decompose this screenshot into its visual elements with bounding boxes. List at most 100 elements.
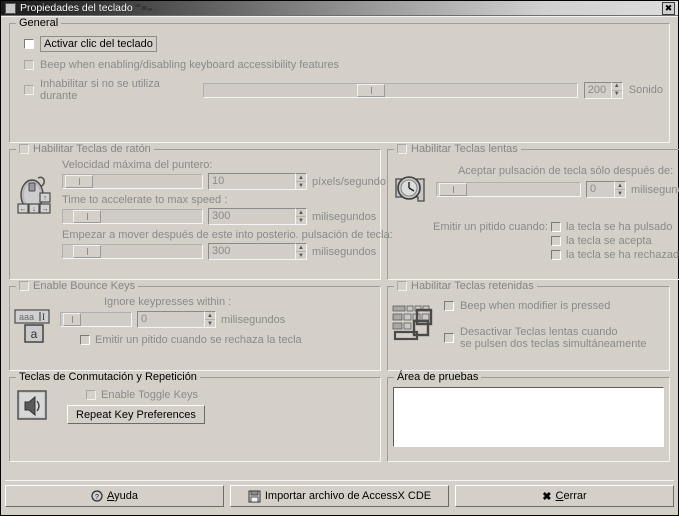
spinner-down-icon[interactable]: ▼ (612, 91, 622, 98)
slider-thumb[interactable] (73, 210, 101, 223)
spinner-down-icon[interactable]: ▼ (205, 320, 215, 327)
bounce-keys-checkbox[interactable] (19, 281, 29, 291)
sticky-keys-checkbox[interactable] (397, 281, 407, 291)
ignore-within-unit: milisegundos (221, 313, 286, 326)
sticky-keys-fields: Beep when modifier is pressed Desactivar… (444, 296, 663, 350)
spinner-buttons[interactable]: ▲ ▼ (615, 181, 626, 198)
beep-rejected-checkbox[interactable] (80, 335, 90, 345)
spinner-buttons[interactable]: ▲ ▼ (296, 243, 307, 260)
disable-if-unused-checkbox[interactable] (24, 85, 34, 95)
disable-if-unused-value[interactable]: 200 (583, 81, 612, 99)
accept-after-slider[interactable] (436, 182, 581, 197)
ignore-within-spinner[interactable]: 0 ▲ ▼ (137, 311, 216, 328)
option-rejected-label: la tecla se ha rechazado (565, 249, 679, 261)
close-button[interactable]: ✖ Cerrar (455, 485, 674, 507)
slider-thumb[interactable] (63, 313, 81, 326)
spinner-buttons[interactable]: ▲ ▼ (205, 311, 216, 328)
start-delay-slider[interactable] (62, 244, 203, 259)
spinner-up-icon[interactable]: ▲ (296, 174, 306, 182)
option-accepted-checkbox[interactable] (550, 236, 561, 246)
sticky-keys-legend[interactable]: Habilitar Teclas retenidas (394, 280, 537, 292)
title-bar[interactable]: Propiedades del teclado ✖ (1, 1, 678, 16)
ignore-within-slider[interactable] (60, 312, 132, 327)
keyboard-click-row[interactable]: Activar clic del teclado (24, 36, 663, 52)
bounce-keys-fields: Ignore keypresses within : 0 ▲ ▼ miliseg… (60, 296, 374, 349)
keyboard-icon (392, 296, 438, 350)
max-speed-value[interactable]: 10 (208, 173, 296, 190)
beep-accessibility-checkbox[interactable] (24, 60, 34, 70)
slider-thumb[interactable] (356, 83, 385, 97)
spinner-buttons[interactable]: ▲ ▼ (296, 208, 307, 225)
test-area-input[interactable] (393, 387, 664, 447)
dialog-client-area: General Activar clic del teclado Beep wh… (1, 16, 679, 515)
toggle-repeat-body: Enable Toggle Keys Repeat Key Preference… (10, 378, 380, 430)
spinner-up-icon[interactable]: ▲ (296, 244, 306, 252)
spinner-up-icon[interactable]: ▲ (615, 182, 625, 190)
spinner-up-icon[interactable]: ▲ (296, 209, 306, 217)
slow-keys-checkbox[interactable] (397, 144, 407, 154)
accel-time-unit: milisegundos (312, 210, 377, 223)
start-delay-value[interactable]: 300 (208, 243, 296, 260)
bounce-keys-legend[interactable]: Enable Bounce Keys (16, 280, 139, 292)
start-delay-spinner[interactable]: 300 ▲ ▼ (208, 243, 307, 260)
beep-rejected-row[interactable]: Emitir un pitido cuando se rechaza la te… (80, 334, 374, 346)
beep-when-label: Emitir un pitido cuando: (433, 221, 548, 233)
option-accepted-label: la tecla se acepta (565, 235, 652, 247)
ignore-within-value[interactable]: 0 (137, 311, 205, 328)
spinner-down-icon[interactable]: ▼ (296, 182, 306, 189)
spinner-buttons[interactable]: ▲ ▼ (611, 81, 623, 99)
disable-if-unused-spinner[interactable]: 200 ▲ ▼ (583, 81, 623, 99)
disable-slow-keys-label-line2: se pulsen dos teclas simultáneamente (460, 338, 647, 350)
slider-thumb[interactable] (439, 183, 467, 196)
accel-time-spinner[interactable]: 300 ▲ ▼ (208, 208, 307, 225)
slider-thumb[interactable] (65, 175, 93, 188)
window-menu-icon[interactable] (5, 2, 16, 14)
spinner-up-icon[interactable]: ▲ (611, 83, 622, 91)
close-icon[interactable]: ✖ (662, 1, 675, 15)
beep-accessibility-row[interactable]: Beep when enabling/disabling keyboard ac… (24, 59, 663, 71)
enable-toggle-keys-checkbox[interactable] (86, 390, 96, 400)
max-speed-slider[interactable] (62, 174, 203, 189)
max-speed-spinner[interactable]: 10 ▲ ▼ (208, 173, 307, 190)
svg-text:→: → (42, 206, 49, 213)
import-accessx-button[interactable]: Importar archivo de AccessX CDE (230, 485, 449, 507)
spinner-down-icon[interactable]: ▼ (296, 217, 306, 224)
disable-if-unused-slider[interactable] (202, 82, 578, 98)
option-pressed-label: la tecla se ha pulsado (565, 221, 673, 233)
disable-slow-keys-row[interactable]: Desactivar Teclas lentas cuando se pulse… (444, 326, 663, 350)
disable-if-unused-row[interactable]: Inhabilitar si no se utiliza durante 200… (24, 78, 663, 102)
slow-keys-beep-block: Emitir un pitido cuando: la tecla se ha … (392, 221, 679, 261)
keyboard-click-checkbox[interactable] (24, 39, 34, 49)
import-accessx-button-label: Importar archivo de AccessX CDE (264, 490, 432, 502)
accel-time-slider[interactable] (62, 209, 203, 224)
slider-thumb[interactable] (73, 245, 101, 258)
accept-after-spinner[interactable]: 0 ▲ ▼ (586, 181, 626, 198)
slow-keys-legend[interactable]: Habilitar Teclas lentas (394, 143, 521, 155)
disable-slow-keys-checkbox[interactable] (444, 333, 454, 343)
slow-keys-option-rejected[interactable]: la tecla se ha rechazado (550, 249, 679, 261)
mouse-keys-legend[interactable]: Habilitar Teclas de ratón (16, 143, 154, 155)
general-body: Activar clic del teclado Beep when enabl… (10, 24, 669, 115)
disable-slow-keys-labels: Desactivar Teclas lentas cuando se pulse… (460, 326, 647, 350)
spinner-up-icon[interactable]: ▲ (205, 312, 215, 320)
accept-after-value[interactable]: 0 (586, 181, 615, 198)
slow-keys-option-pressed[interactable]: la tecla se ha pulsado (550, 221, 679, 233)
mouse-keys-group: Habilitar Teclas de ratón ↑ ↓ → ← Veloci… (9, 143, 393, 280)
beep-modifier-row[interactable]: Beep when modifier is pressed (444, 300, 663, 312)
spinner-buttons[interactable]: ▲ ▼ (296, 173, 307, 190)
help-button[interactable]: ? Ayuda (5, 485, 224, 507)
enable-toggle-keys-row[interactable]: Enable Toggle Keys (86, 389, 374, 401)
slow-keys-option-accepted[interactable]: la tecla se acepta (550, 235, 679, 247)
accel-time-value[interactable]: 300 (208, 208, 296, 225)
spinner-down-icon[interactable]: ▼ (615, 190, 625, 197)
beep-modifier-checkbox[interactable] (444, 301, 454, 311)
start-delay-row: 300 ▲ ▼ milisegundos (62, 243, 393, 260)
clock-icon (392, 159, 432, 214)
accel-time-row: 300 ▲ ▼ milisegundos (62, 208, 393, 225)
option-rejected-checkbox[interactable] (550, 250, 561, 260)
option-pressed-checkbox[interactable] (550, 222, 561, 232)
spinner-down-icon[interactable]: ▼ (296, 252, 306, 259)
repeat-key-preferences-button[interactable]: Repeat Key Preferences (67, 405, 205, 424)
mouse-keys-checkbox[interactable] (19, 144, 29, 154)
start-delay-label: Empezar a mover después de este into pos… (62, 229, 393, 241)
